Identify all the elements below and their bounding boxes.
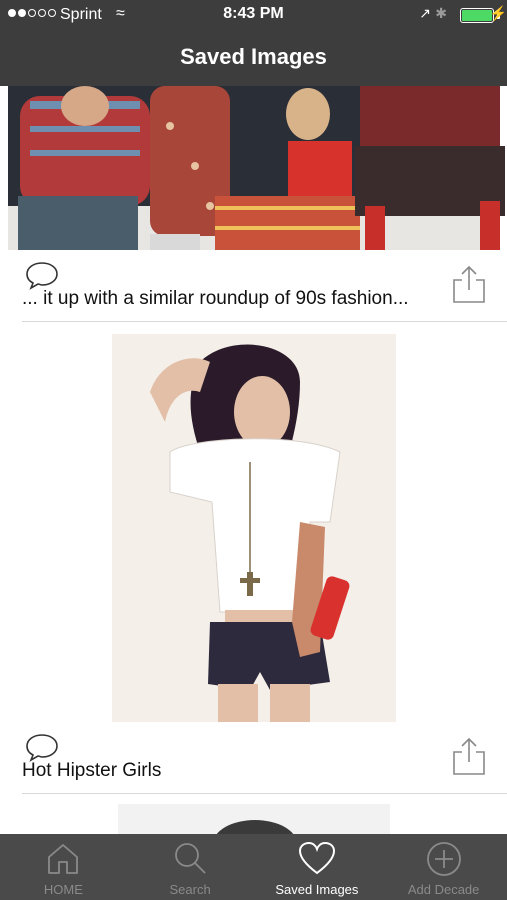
comment-icon[interactable]	[24, 732, 60, 762]
bluetooth-icon: ✱	[435, 5, 447, 21]
comment-icon[interactable]	[24, 260, 60, 290]
tab-label: Add Decade	[407, 882, 480, 897]
feed-image[interactable]	[0, 86, 507, 250]
share-icon[interactable]	[451, 264, 487, 304]
card-actions: Hot Hipster Girls	[0, 722, 507, 794]
search-icon	[175, 843, 206, 874]
page-title: Saved Images	[180, 44, 327, 69]
plus-circle-icon	[426, 842, 461, 876]
feed-card	[0, 794, 507, 834]
share-icon[interactable]	[451, 736, 487, 776]
tab-label: HOME	[43, 882, 83, 897]
image-caption: ... it up with a similar roundup of 90s …	[22, 288, 409, 309]
card-actions: ... it up with a similar roundup of 90s …	[0, 250, 507, 322]
feed-image[interactable]	[0, 794, 507, 834]
location-icon: ↗	[419, 5, 431, 21]
charging-icon: ⚡	[489, 5, 507, 21]
tab-search[interactable]: Search	[127, 834, 254, 900]
feed-image[interactable]	[0, 322, 507, 722]
feed-card: ... it up with a similar roundup of 90s …	[0, 86, 507, 322]
tab-label: Saved Images	[275, 882, 359, 897]
feed-card: Hot Hipster Girls	[0, 322, 507, 794]
image-caption: Hot Hipster Girls	[22, 760, 162, 781]
portrait-image	[0, 322, 507, 722]
tab-saved-images[interactable]: Saved Images	[254, 834, 381, 900]
top-bar: Sprint ≈ 8:43 PM ↗ ✱ ⚡ Saved Images	[0, 0, 507, 86]
tab-label: Search	[169, 882, 211, 897]
partial-portrait-image	[0, 794, 507, 834]
group-photo-image	[0, 86, 507, 250]
tab-home[interactable]: HOME	[0, 834, 127, 900]
saved-images-feed[interactable]: ... it up with a similar roundup of 90s …	[0, 86, 507, 834]
heart-icon	[298, 841, 335, 875]
status-bar: Sprint ≈ 8:43 PM ↗ ✱ ⚡	[0, 0, 507, 30]
tab-bar: HOME Search Saved Images Add Decade	[0, 834, 507, 900]
tab-add-decade[interactable]: Add Decade	[380, 834, 507, 900]
home-icon	[48, 844, 79, 874]
